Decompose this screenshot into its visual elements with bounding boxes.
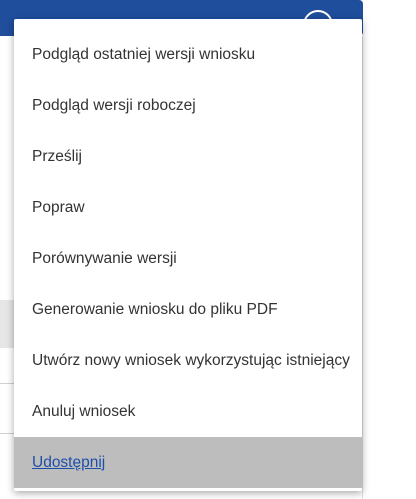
menu-item-generate-pdf[interactable]: Generowanie wniosku do pliku PDF [14,284,362,335]
page-divider [0,383,14,384]
menu-item-cancel-application[interactable]: Anuluj wniosek [14,386,362,437]
page-divider [362,37,363,499]
screen: Podgląd ostatniej wersji wniosku Podgląd… [0,0,416,499]
page-right-panel [362,36,416,499]
menu-item-preview-draft[interactable]: Podgląd wersji roboczej [14,80,362,131]
actions-dropdown-menu: Podgląd ostatniej wersji wniosku Podgląd… [14,19,362,491]
page-left-field [0,300,14,348]
menu-item-compare-versions[interactable]: Porównywanie wersji [14,233,362,284]
page-divider [0,433,14,434]
menu-item-preview-last-version[interactable]: Podgląd ostatniej wersji wniosku [14,29,362,80]
page-left-panel [0,36,14,499]
menu-item-share[interactable]: Udostępnij [14,437,362,488]
menu-item-correct[interactable]: Popraw [14,182,362,233]
menu-item-create-from-existing[interactable]: Utwórz nowy wniosek wykorzystując istnie… [14,335,362,386]
menu-item-submit[interactable]: Prześlij [14,131,362,182]
